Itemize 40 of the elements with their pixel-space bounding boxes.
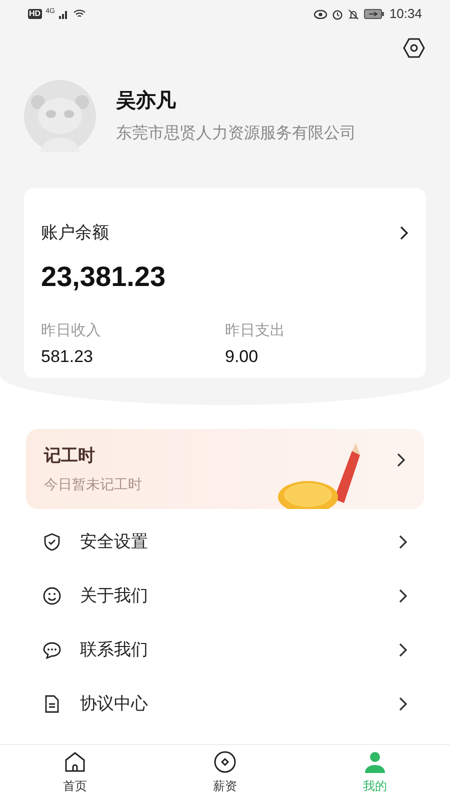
home-icon xyxy=(64,750,86,772)
work-hours-subtitle: 今日暂未记工时 xyxy=(44,475,142,494)
menu-item[interactable]: 协议中心 xyxy=(0,677,450,731)
avatar xyxy=(24,80,96,152)
balance-amount: 23,381.23 xyxy=(41,260,167,294)
stat-label: 昨日支出 xyxy=(225,320,286,340)
chevron-right-icon xyxy=(398,588,408,604)
wifi-icon xyxy=(72,9,86,19)
work-hours-card[interactable]: 记工时 今日暂未记工时 xyxy=(26,429,424,509)
stat-value: 581.23 xyxy=(41,346,94,368)
work-hours-title: 记工时 xyxy=(44,444,96,467)
company-name: 东莞市思贤人力资源服务有限公司 xyxy=(116,124,356,144)
chevron-right-icon[interactable] xyxy=(396,452,406,468)
shield-icon xyxy=(42,532,62,552)
person-icon xyxy=(364,750,386,772)
balance-title: 账户余额 xyxy=(41,222,109,244)
tab[interactable]: 薪资 xyxy=(150,745,300,800)
chevron-right-icon[interactable] xyxy=(399,224,409,241)
chat-icon xyxy=(42,640,62,660)
signal-icon xyxy=(58,9,69,19)
eye-icon xyxy=(314,10,328,18)
battery-icon xyxy=(364,9,384,19)
hd-badge: HD xyxy=(28,9,42,19)
coin-icon xyxy=(214,750,236,772)
stat-value: 9.00 xyxy=(225,346,260,368)
menu-item[interactable]: 安全设置 xyxy=(0,515,450,569)
alarm-icon xyxy=(332,8,344,20)
balance-card[interactable]: 账户余额 23,381.23 昨日收入 581.23 昨日支出 9.00 xyxy=(24,188,426,378)
tab[interactable]: 首页 xyxy=(0,745,150,800)
stat-label: 昨日收入 xyxy=(41,320,102,340)
user-name: 吴亦凡 xyxy=(116,88,177,114)
smiley-icon xyxy=(42,586,62,606)
chevron-right-icon xyxy=(398,696,408,712)
menu-item[interactable]: 联系我们 xyxy=(0,623,450,677)
chevron-right-icon xyxy=(398,534,408,550)
menu-item[interactable]: 关于我们 xyxy=(0,569,450,623)
status-time: 10:34 xyxy=(389,5,422,24)
chevron-right-icon xyxy=(398,642,408,658)
settings-icon[interactable] xyxy=(402,36,426,60)
muted-bell-icon xyxy=(348,8,360,20)
